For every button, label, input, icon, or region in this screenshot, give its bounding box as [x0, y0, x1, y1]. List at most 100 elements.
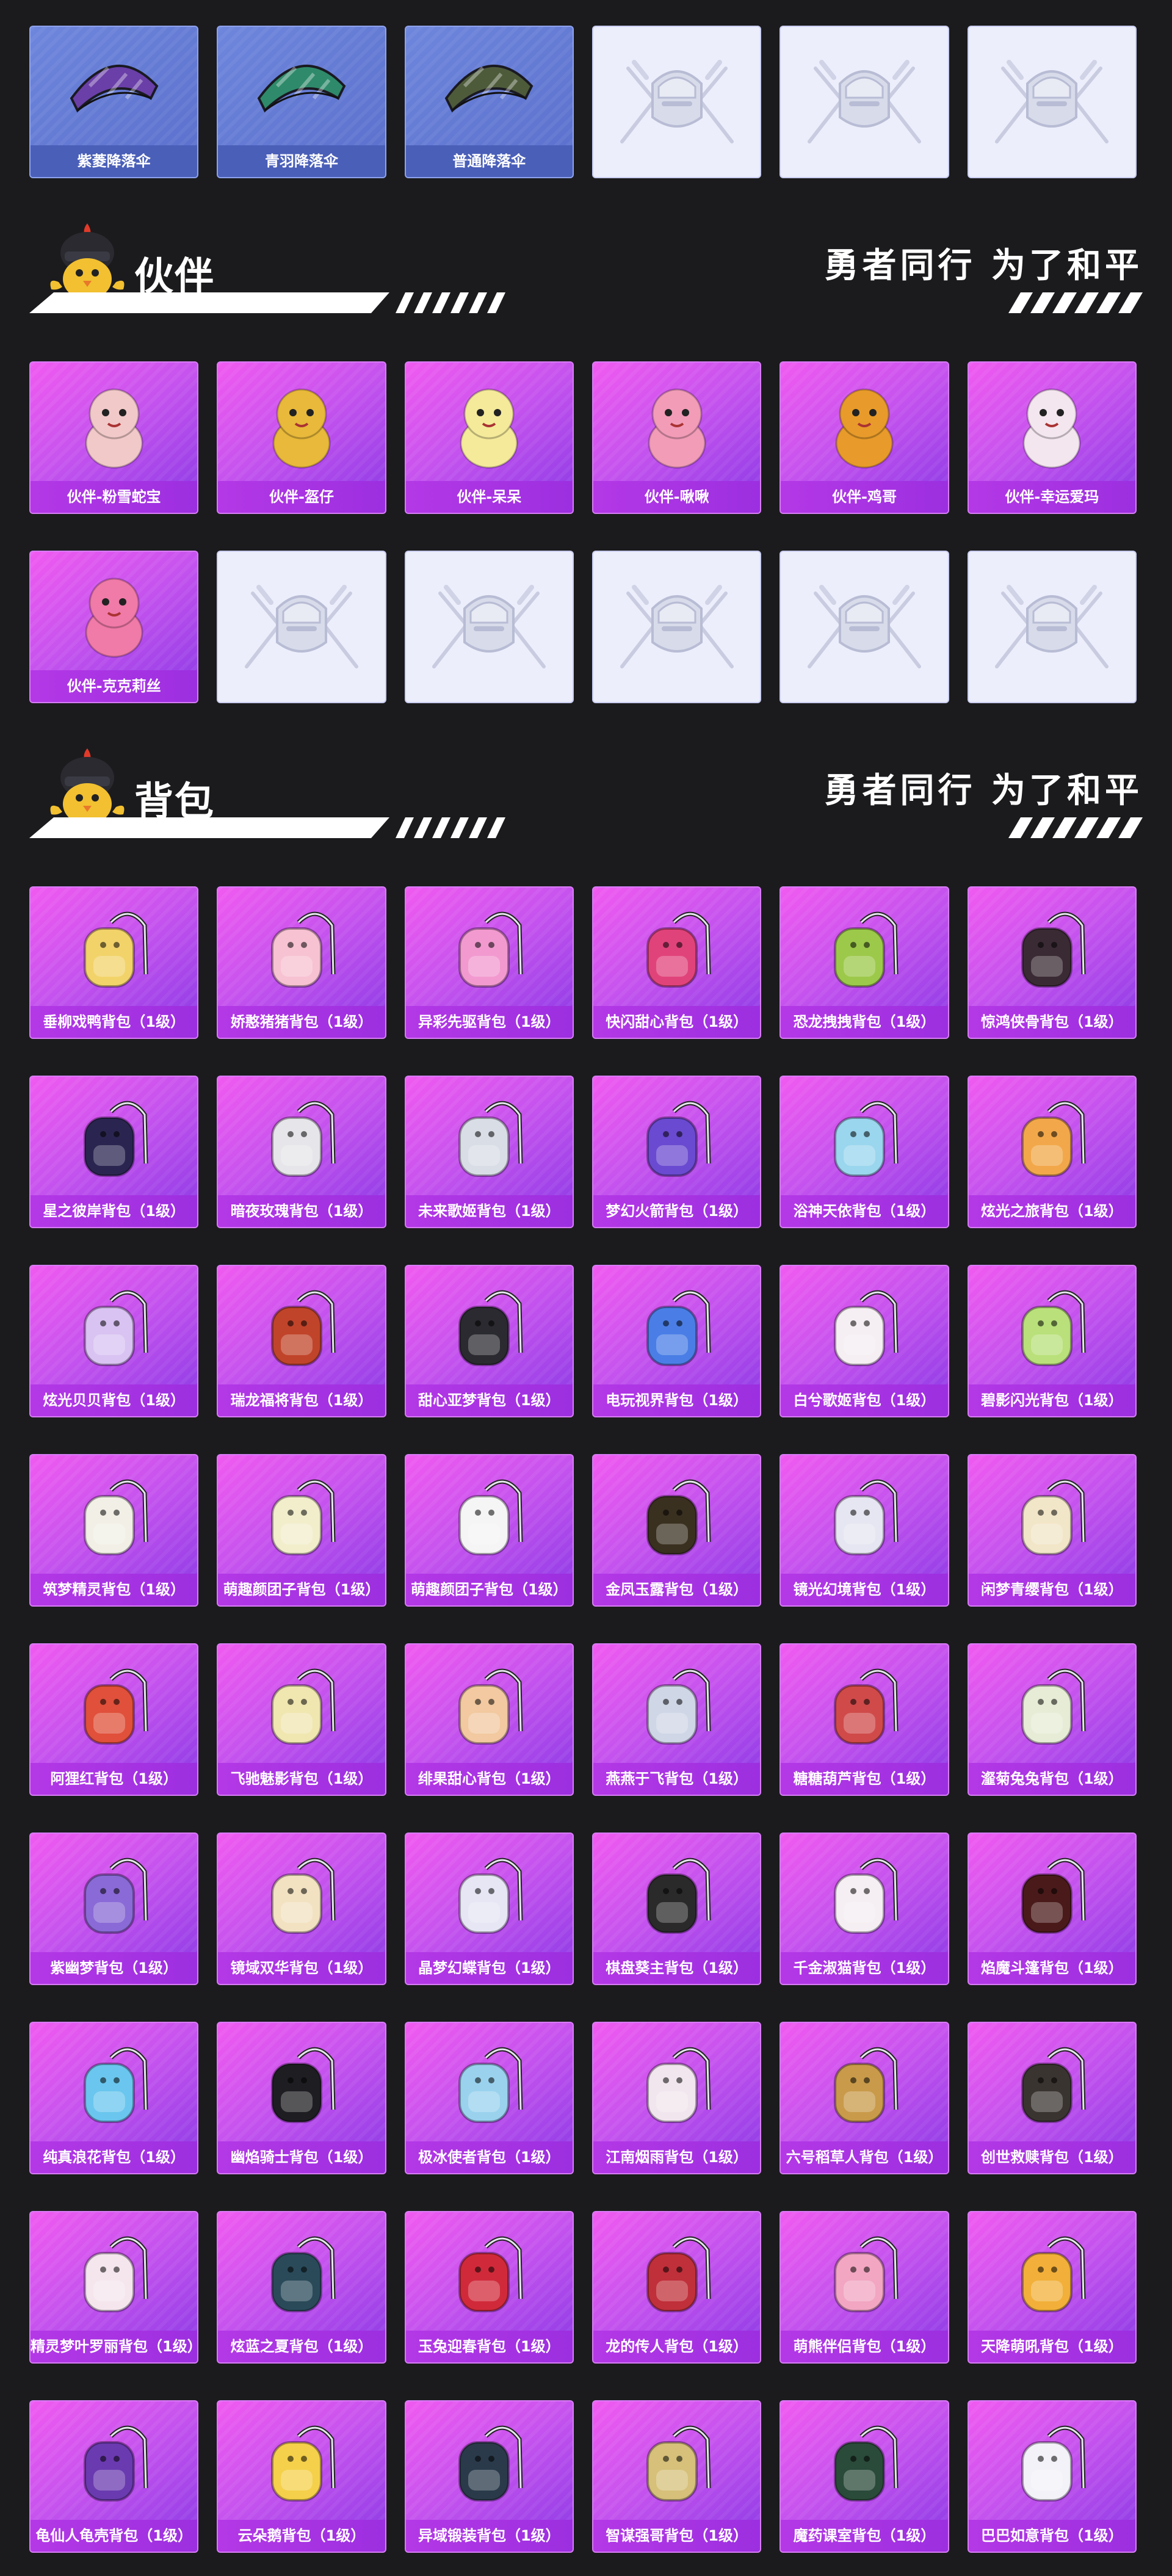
backpack-name-label: 快闪甜心背包（1级）: [593, 1006, 761, 1038]
locked-slot-card[interactable]: [404, 551, 574, 703]
backpack-card[interactable]: 云朵鹅背包（1级）: [217, 2400, 386, 2553]
backpack-card[interactable]: 萌熊伴侣背包（1级）: [780, 2211, 949, 2364]
locked-slot-card[interactable]: [967, 26, 1137, 178]
backpack-card[interactable]: 玉兔迎春背包（1级）: [404, 2211, 574, 2364]
backpack-icon: [83, 1101, 148, 1177]
parachute-card[interactable]: 普通降落伞: [404, 26, 574, 178]
backpack-card[interactable]: 创世救赎背包（1级）: [967, 2022, 1137, 2174]
backpack-card[interactable]: 碧影闪光背包（1级）: [967, 1265, 1137, 1417]
backpack-card[interactable]: 惊鸿侠骨背包（1级）: [967, 886, 1137, 1039]
backpack-card[interactable]: 甜心亚梦背包（1级）: [404, 1265, 574, 1417]
backpack-icon: [1021, 1101, 1086, 1177]
locked-slot-card[interactable]: [217, 551, 386, 703]
backpack-name-label: 纯真浪花背包（1级）: [31, 2141, 198, 2173]
backpack-card[interactable]: 糖糖葫芦背包（1级）: [780, 1643, 949, 1796]
backpack-row: 龟仙人龟壳背包（1级） 云朵鹅背包（1级） 异域锻装背包（1级） 智谋强哥背包（…: [29, 2400, 1137, 2553]
backpack-icon: [833, 2047, 899, 2123]
backpack-card[interactable]: 魔药课室背包（1级）: [780, 2400, 949, 2553]
backpack-card[interactable]: 飞驰魅影背包（1级）: [217, 1643, 386, 1796]
backpack-card[interactable]: 白兮歌姬背包（1级）: [780, 1265, 949, 1417]
backpack-icon: [833, 2236, 899, 2312]
backpack-name-label: 精灵梦叶罗丽背包（1级）: [31, 2331, 198, 2362]
backpack-card[interactable]: 萌趣颜团子背包（1级）: [404, 1454, 574, 1607]
locked-slot-card[interactable]: [780, 26, 949, 178]
companion-card[interactable]: 伙伴-鸡哥: [780, 361, 949, 514]
backpack-card[interactable]: 镜域双华背包（1级）: [217, 1833, 386, 1985]
backpack-card[interactable]: 垂柳戏鸭背包（1级）: [29, 886, 199, 1039]
backpack-card[interactable]: 晶梦幻蝶背包（1级）: [404, 1833, 574, 1985]
locked-slot-card[interactable]: [591, 551, 762, 703]
backpack-card[interactable]: 炫光贝贝背包（1级）: [29, 1265, 199, 1417]
backpack-card[interactable]: 炫光之旅背包（1级）: [967, 1076, 1137, 1228]
backpack-card[interactable]: 闲梦青缨背包（1级）: [967, 1454, 1137, 1607]
locked-emblem-icon: [807, 585, 921, 668]
backpack-card[interactable]: 星之彼岸背包（1级）: [29, 1076, 199, 1228]
backpack-card[interactable]: 幽焰骑士背包（1级）: [217, 2022, 386, 2174]
backpack-card[interactable]: 未来歌姬背包（1级）: [404, 1076, 574, 1228]
backpack-icon: [83, 1479, 148, 1555]
locked-slot-card[interactable]: [780, 551, 949, 703]
backpack-card[interactable]: 梦幻火箭背包（1级）: [591, 1076, 762, 1228]
backpack-icon: [270, 1668, 336, 1745]
parachute-card[interactable]: 紫菱降落伞: [29, 26, 199, 178]
backpack-icon: [833, 1858, 899, 1934]
backpack-card[interactable]: 恐龙拽拽背包（1级）: [780, 886, 949, 1039]
companion-card[interactable]: 伙伴-粉雪蛇宝: [29, 361, 199, 514]
companion-card[interactable]: 伙伴-呆呆: [404, 361, 574, 514]
backpack-name-label: 未来歌姬背包（1级）: [405, 1195, 573, 1227]
backpack-card[interactable]: 电玩视界背包（1级）: [591, 1265, 762, 1417]
backpack-card[interactable]: 萌趣颜团子背包（1级）: [217, 1454, 386, 1607]
backpack-card[interactable]: 纯真浪花背包（1级）: [29, 2022, 199, 2174]
backpack-card[interactable]: 紫幽梦背包（1级）: [29, 1833, 199, 1985]
backpack-card[interactable]: 智谋强哥背包（1级）: [591, 2400, 762, 2553]
backpack-card[interactable]: 焰魔斗篷背包（1级）: [967, 1833, 1137, 1985]
parachute-icon: [257, 64, 346, 113]
parachute-card[interactable]: 青羽降落伞: [217, 26, 386, 178]
backpack-card[interactable]: 巴巴如意背包（1级）: [967, 2400, 1137, 2553]
backpack-card[interactable]: 瑞龙福将背包（1级）: [217, 1265, 386, 1417]
backpack-card[interactable]: 千金淑猫背包（1级）: [780, 1833, 949, 1985]
backpack-card[interactable]: 精灵梦叶罗丽背包（1级）: [29, 2211, 199, 2364]
backpack-icon: [833, 2425, 899, 2502]
locked-slot-card[interactable]: [967, 551, 1137, 703]
companion-card[interactable]: 伙伴-幸运爱玛: [967, 361, 1137, 514]
backpack-card[interactable]: 暗夜玫瑰背包（1级）: [217, 1076, 386, 1228]
backpack-name-label: 天降萌吼背包（1级）: [968, 2331, 1135, 2362]
locked-slot-card[interactable]: [591, 26, 762, 178]
backpack-card[interactable]: 棋盘葵主背包（1级）: [591, 1833, 762, 1985]
backpack-card[interactable]: 绯果甜心背包（1级）: [404, 1643, 574, 1796]
backpack-card[interactable]: 浴神天依背包（1级）: [780, 1076, 949, 1228]
backpack-name-label: 瀣菊兔兔背包（1级）: [968, 1763, 1135, 1795]
backpack-card[interactable]: 六号稻草人背包（1级）: [780, 2022, 949, 2174]
parachute-name-label: 普通降落伞: [405, 145, 573, 177]
companion-card[interactable]: 伙伴-盔仔: [217, 361, 386, 514]
backpack-name-label: 阿狸红背包（1级）: [31, 1763, 198, 1795]
backpack-name-label: 智谋强哥背包（1级）: [593, 2520, 761, 2552]
backpack-card[interactable]: 娇憨猪猪背包（1级）: [217, 886, 386, 1039]
backpack-card[interactable]: 江南烟雨背包（1级）: [591, 2022, 762, 2174]
backpack-card[interactable]: 异域锻装背包（1级）: [404, 2400, 574, 2553]
backpack-card[interactable]: 炫蓝之夏背包（1级）: [217, 2211, 386, 2364]
backpack-card[interactable]: 镜光幻境背包（1级）: [780, 1454, 949, 1607]
companion-card[interactable]: 伙伴-克克莉丝: [29, 551, 199, 703]
backpack-name-label: 炫光之旅背包（1级）: [968, 1195, 1135, 1227]
backpack-name-label: 创世救赎背包（1级）: [968, 2141, 1135, 2173]
backpack-icon: [833, 1479, 899, 1555]
backpack-card[interactable]: 瀣菊兔兔背包（1级）: [967, 1643, 1137, 1796]
backpack-name-label: 娇憨猪猪背包（1级）: [218, 1006, 385, 1038]
backpack-card[interactable]: 异彩先驱背包（1级）: [404, 886, 574, 1039]
companion-card[interactable]: 伙伴-啾啾: [591, 361, 762, 514]
backpack-card[interactable]: 阿狸红背包（1级）: [29, 1643, 199, 1796]
backpack-card[interactable]: 快闪甜心背包（1级）: [591, 886, 762, 1039]
backpack-card[interactable]: 筑梦精灵背包（1级）: [29, 1454, 199, 1607]
backpack-card[interactable]: 天降萌吼背包（1级）: [967, 2211, 1137, 2364]
backpack-card[interactable]: 极冰使者背包（1级）: [404, 2022, 574, 2174]
backpack-name-label: 糖糖葫芦背包（1级）: [781, 1763, 948, 1795]
backpack-card[interactable]: 金凤玉露背包（1级）: [591, 1454, 762, 1607]
backpack-card[interactable]: 燕燕于飞背包（1级）: [591, 1643, 762, 1796]
backpack-card[interactable]: 龟仙人龟壳背包（1级）: [29, 2400, 199, 2553]
backpack-name-label: 恐龙拽拽背包（1级）: [781, 1006, 948, 1038]
backpack-card[interactable]: 龙的传人背包（1级）: [591, 2211, 762, 2364]
backpack-icon: [833, 1290, 899, 1366]
companion-figure-icon: [85, 388, 143, 469]
